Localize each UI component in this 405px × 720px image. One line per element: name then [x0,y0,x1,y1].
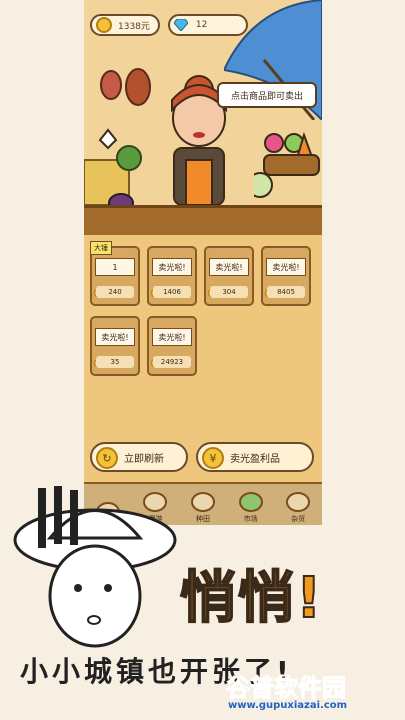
slot-sold-out: 卖光啦! [152,258,192,276]
market-icon [238,491,263,512]
gem-icon [173,19,188,31]
watermark: 谷普软件园 www.gupuxiazai.com [226,668,401,716]
item-tag: 大锤 [90,241,112,255]
nav-grocery[interactable]: 杂货 [279,486,317,524]
vegetables-icon [254,131,320,198]
shelf-slot[interactable]: 卖光啦! 304 [204,246,254,306]
slot-price: 8405 [267,286,305,298]
game-viewport: 1338元 12 点击商品即可卖出 1 240 卖光啦! 1406 卖光啦! 3… [84,0,322,525]
refresh-button[interactable]: ↻ 立即刷新 [90,442,188,472]
coin-icon [96,17,112,33]
promo-headline: 悄悄! [179,565,324,632]
shop-counter [84,205,322,235]
nav-label: 种田 [195,514,210,523]
shelf-slot[interactable]: 卖光啦! 24923 [147,316,197,376]
gem-value: 12 [195,20,208,30]
slot-sold-out: 卖光啦! [95,328,135,346]
slot-quantity: 1 [95,258,135,276]
slot-price: 24923 [153,356,191,368]
speech-bubble: 点击商品即可卖出 [217,82,317,108]
refresh-icon: ↻ [96,447,118,469]
hanging-meat-icon [100,68,151,106]
sprout-icon [190,491,215,512]
slot-price: 240 [96,286,134,298]
status-bar: 1338元 12 [90,14,248,36]
slot-price: 304 [210,286,248,298]
shelf-slot[interactable]: 1 240 [90,246,140,306]
shelf-slot[interactable]: 卖光啦! 8405 [261,246,311,306]
watermark-title: 谷普软件园 [226,674,347,703]
nav-label: 市场 [243,514,258,523]
slot-sold-out: 卖光啦! [266,258,306,276]
nav-label: 杂货 [291,514,306,523]
yuan-icon: ¥ [202,447,224,469]
sell-all-button[interactable]: ¥ 卖光盈利品 [196,442,314,472]
coin-counter: 1338元 [90,14,160,36]
farmer-illustration [13,486,177,648]
shelf-slot[interactable]: 卖光啦! 35 [90,316,140,376]
shelf-slot[interactable]: 卖光啦! 1406 [147,246,197,306]
slot-sold-out: 卖光啦! [152,328,192,346]
watermark-url: www.gupuxiazai.com [228,700,348,711]
slot-price: 1406 [153,286,191,298]
screenshot: 1338元 12 点击商品即可卖出 1 240 卖光啦! 1406 卖光啦! 3… [0,0,405,720]
refresh-label: 立即刷新 [124,453,164,465]
slot-sold-out: 卖光啦! [209,258,249,276]
nav-market[interactable]: 市场 [232,486,270,524]
coin-value: 1338元 [118,21,150,32]
sell-all-label: 卖光盈利品 [230,453,280,465]
shelf-row-1: 1 240 卖光啦! 1406 卖光啦! 304 卖光啦! 8405 [90,246,311,306]
slot-price: 35 [96,356,134,368]
grocery-icon [286,491,311,512]
shelf-row-2: 卖光啦! 35 卖光啦! 24923 [90,316,197,376]
gem-counter: 12 [167,14,248,36]
